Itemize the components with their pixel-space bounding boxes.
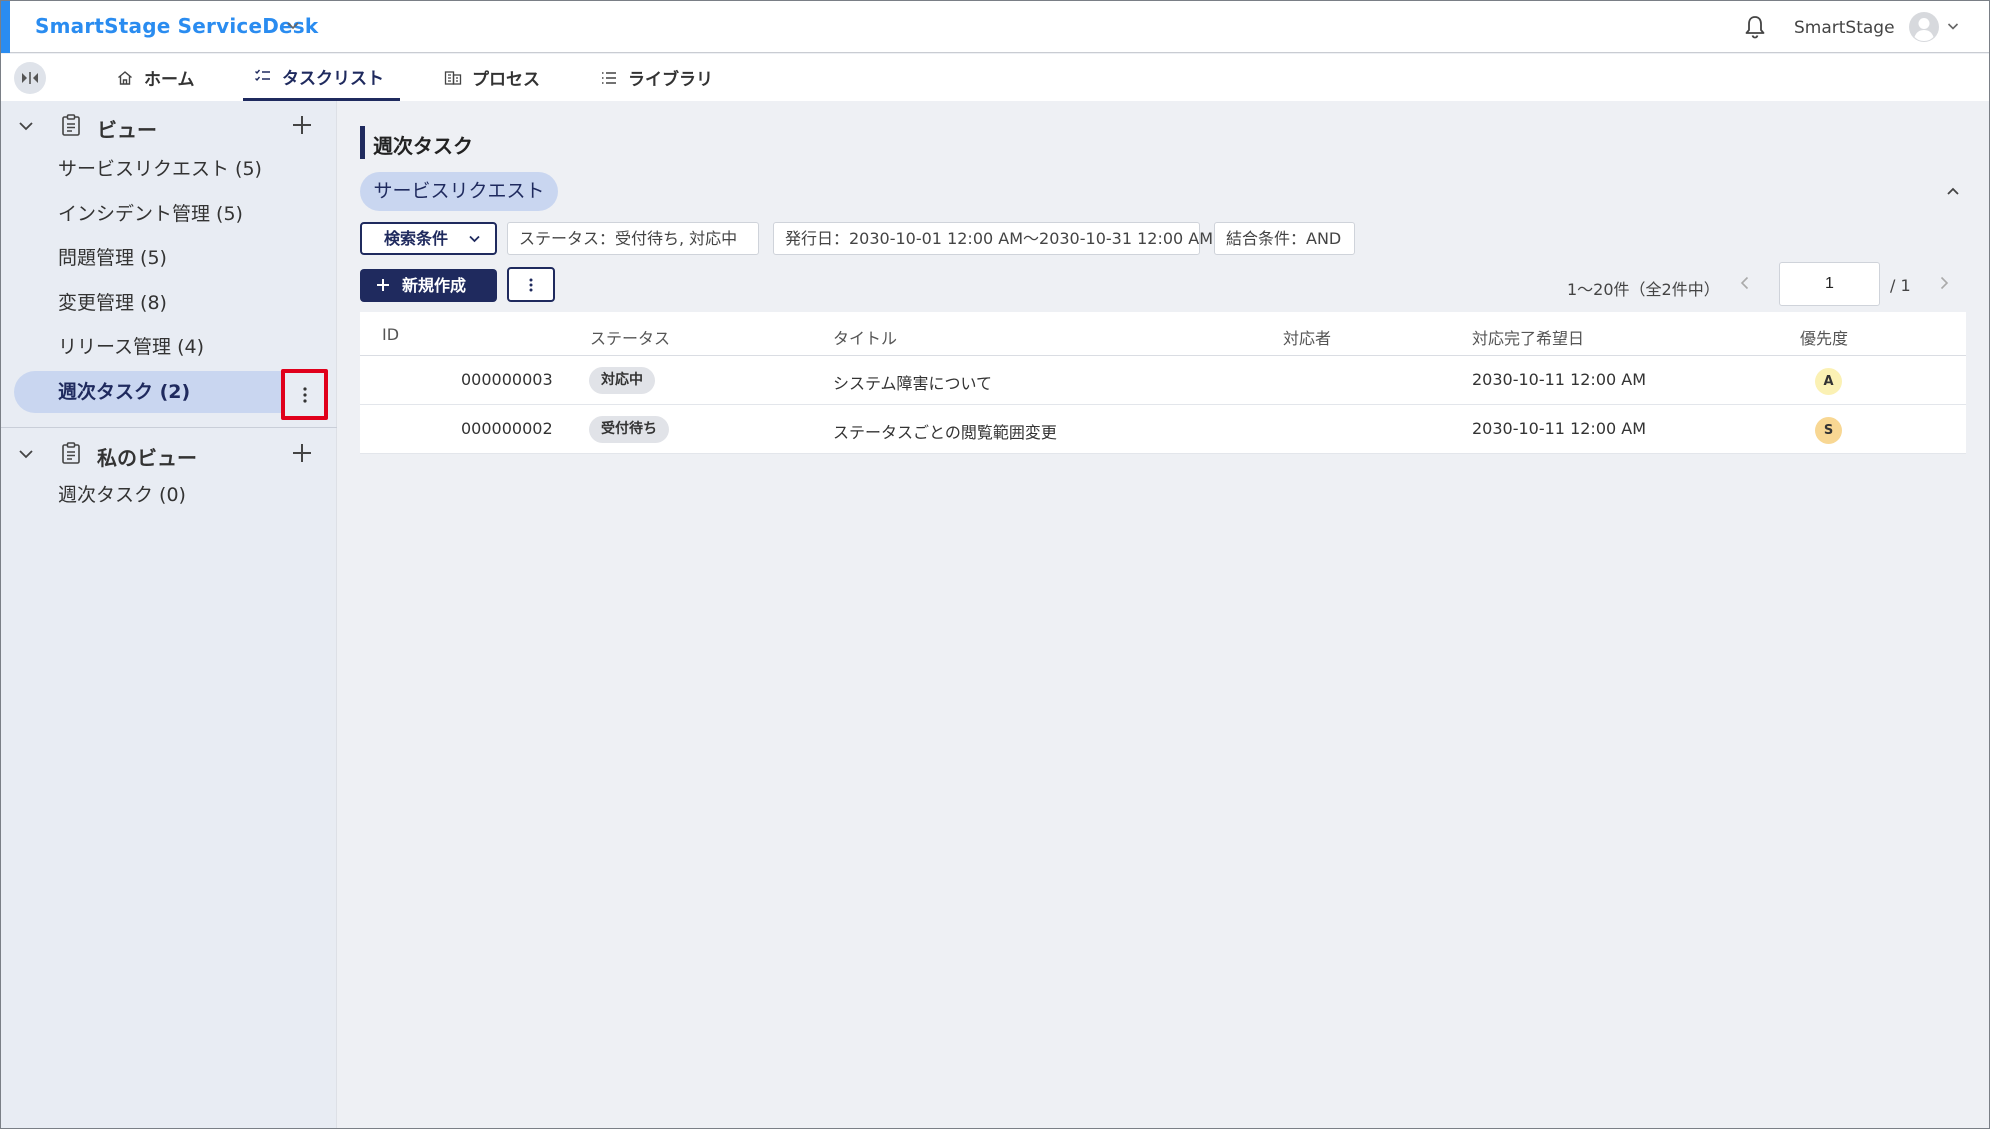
sidebar: ビュー サービスリクエスト (5) インシデント管理 (5) 問題管理 (5) … bbox=[1, 101, 337, 1128]
pager-summary: 1〜20件（全2件中） bbox=[1567, 280, 1720, 299]
kebab-icon bbox=[529, 278, 533, 292]
sidebar-item-change[interactable]: 変更管理 (8) bbox=[14, 282, 327, 324]
avatar-icon[interactable] bbox=[1908, 11, 1940, 43]
sidebar-item-problem[interactable]: 問題管理 (5) bbox=[14, 237, 327, 279]
table-row[interactable]: 000000002 受付待ち ステータスごとの閲覧範囲変更 2030-10-11… bbox=[360, 405, 1966, 454]
collapse-sidebar-button[interactable] bbox=[14, 62, 46, 94]
priority-badge: S bbox=[1815, 417, 1842, 444]
row-title[interactable]: システム障害について bbox=[833, 370, 992, 394]
clipboard-icon bbox=[62, 442, 80, 464]
tab-process[interactable]: プロセス bbox=[444, 54, 540, 101]
task-table: ID ステータス タイトル 対応者 対応完了希望日 優先度 000000003 … bbox=[360, 312, 1966, 454]
filter-date-chip[interactable]: 発行日：2030-10-01 12:00 AM〜2030-10-31 12:00… bbox=[773, 222, 1213, 255]
bell-icon[interactable] bbox=[1741, 13, 1769, 41]
column-header-id[interactable]: ID bbox=[382, 325, 399, 344]
page-number-input[interactable] bbox=[1779, 262, 1880, 306]
app-title[interactable]: SmartStage ServiceDesk bbox=[35, 14, 318, 38]
row-id: 000000003 bbox=[461, 370, 553, 389]
title-accent-bar bbox=[360, 126, 365, 159]
task-list-icon bbox=[255, 69, 270, 82]
sidebar-item-release[interactable]: リリース管理 (4) bbox=[14, 326, 327, 368]
kebab-icon bbox=[303, 387, 307, 403]
my-views-section-header[interactable]: 私のビュー bbox=[1, 433, 337, 473]
column-header-priority[interactable]: 優先度 bbox=[1800, 325, 1848, 349]
tab-home[interactable]: ホーム bbox=[116, 54, 195, 101]
pager-total: / 1 bbox=[1890, 276, 1911, 295]
tab-bar: ホーム タスクリスト プロセス ライブラリ bbox=[1, 54, 1989, 101]
home-icon bbox=[118, 70, 132, 85]
chevron-left-icon[interactable] bbox=[1736, 274, 1754, 292]
chevron-down-icon bbox=[469, 235, 480, 243]
row-due-date: 2030-10-11 12:00 AM bbox=[1472, 419, 1647, 438]
chevron-down-icon[interactable] bbox=[285, 17, 301, 33]
view-menu-button[interactable] bbox=[281, 369, 328, 420]
tab-task-list[interactable]: タスクリスト bbox=[243, 54, 400, 101]
filter-status-chip[interactable]: ステータス：受付待ち, 対応中 bbox=[507, 222, 759, 255]
header-accent-bar bbox=[1, 1, 10, 53]
filter-join-chip[interactable]: 結合条件：AND bbox=[1214, 222, 1355, 255]
search-conditions-label: 検索条件 bbox=[384, 229, 449, 248]
table-row[interactable]: 000000003 対応中 システム障害について 2030-10-11 12:0… bbox=[360, 356, 1966, 405]
row-due-date: 2030-10-11 12:00 AM bbox=[1472, 370, 1647, 389]
row-id: 000000002 bbox=[461, 419, 553, 438]
column-header-assignee[interactable]: 対応者 bbox=[1283, 325, 1331, 349]
new-create-label: 新規作成 bbox=[402, 276, 467, 295]
chevron-down-icon[interactable] bbox=[17, 445, 35, 463]
column-header-title[interactable]: タイトル bbox=[833, 325, 897, 349]
chevron-up-icon[interactable] bbox=[1943, 181, 1963, 201]
tab-label: タスクリスト bbox=[282, 68, 384, 89]
priority-badge: A bbox=[1815, 368, 1842, 395]
chevron-down-icon[interactable] bbox=[1946, 19, 1960, 33]
status-badge: 対応中 bbox=[589, 367, 655, 394]
column-header-due[interactable]: 対応完了希望日 bbox=[1472, 325, 1584, 349]
search-conditions-button[interactable]: 検索条件 bbox=[360, 222, 497, 255]
user-name[interactable]: SmartStage bbox=[1794, 18, 1895, 38]
status-badge: 受付待ち bbox=[589, 416, 669, 443]
row-title[interactable]: ステータスごとの閲覧範囲変更 bbox=[833, 419, 1057, 443]
app-window: SmartStage ServiceDesk SmartStage ホーム タス… bbox=[1, 1, 1989, 1128]
plus-icon[interactable] bbox=[291, 442, 313, 464]
new-create-button[interactable]: 新規作成 bbox=[360, 269, 497, 302]
chevron-down-icon[interactable] bbox=[17, 117, 35, 135]
sidebar-item-incident[interactable]: インシデント管理 (5) bbox=[14, 193, 327, 235]
tab-label: ライブラリ bbox=[628, 70, 713, 90]
sidebar-divider bbox=[1, 427, 337, 428]
tab-label: ホーム bbox=[144, 70, 195, 90]
more-actions-button[interactable] bbox=[507, 267, 555, 302]
sidebar-item-service-request[interactable]: サービスリクエスト (5) bbox=[14, 148, 327, 190]
views-header-label: ビュー bbox=[97, 118, 157, 142]
column-header-status[interactable]: ステータス bbox=[590, 325, 670, 349]
plus-icon bbox=[377, 279, 389, 291]
views-section-header[interactable]: ビュー bbox=[1, 105, 337, 145]
process-icon bbox=[444, 70, 462, 85]
page-title: 週次タスク bbox=[373, 134, 473, 158]
plus-icon[interactable] bbox=[291, 114, 313, 136]
table-header: ID ステータス タイトル 対応者 対応完了希望日 優先度 bbox=[360, 312, 1966, 356]
collapse-icon bbox=[22, 72, 38, 84]
my-views-header-label: 私のビュー bbox=[97, 446, 197, 470]
clipboard-icon bbox=[62, 114, 80, 136]
sidebar-item-my-weekly-task[interactable]: 週次タスク (0) bbox=[14, 474, 327, 516]
category-chip[interactable]: サービスリクエスト bbox=[360, 172, 558, 211]
chevron-right-icon[interactable] bbox=[1935, 274, 1953, 292]
tab-library[interactable]: ライブラリ bbox=[600, 54, 713, 101]
top-header: SmartStage ServiceDesk SmartStage bbox=[1, 1, 1989, 53]
tab-label: プロセス bbox=[472, 70, 540, 90]
library-icon bbox=[602, 71, 616, 84]
